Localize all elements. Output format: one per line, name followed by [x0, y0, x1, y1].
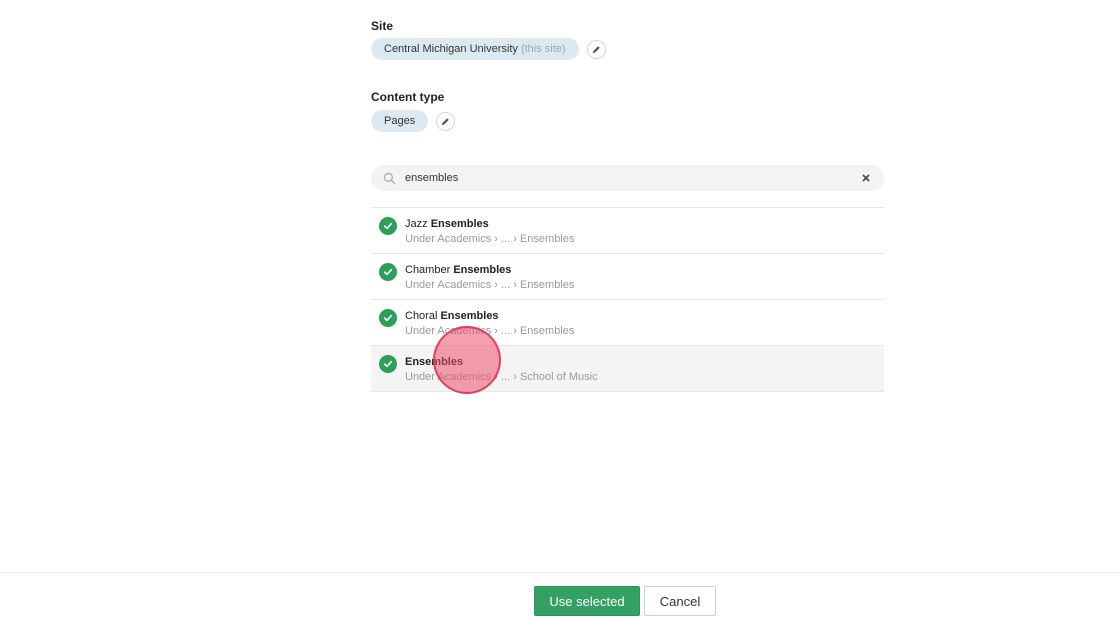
search-box: [371, 165, 884, 191]
path-separator: › ... ›: [491, 279, 520, 291]
search-input[interactable]: [405, 168, 860, 188]
list-item[interactable]: Chamber Ensembles Under Academics › ... …: [371, 254, 884, 300]
content-type-row: Pages: [371, 110, 456, 132]
result-path: Under Academics › ... › Ensembles: [405, 279, 574, 291]
path-separator: › ... ›: [491, 233, 520, 245]
list-item[interactable]: Choral Ensembles Under Academics › ... ›…: [371, 300, 884, 346]
checkmark-icon: [379, 355, 397, 373]
content-type-chip-name: Pages: [384, 115, 416, 127]
dialog-footer: Use selected Cancel: [0, 572, 1120, 627]
use-selected-button[interactable]: Use selected: [534, 586, 640, 616]
path-separator: › ... ›: [491, 371, 520, 383]
list-item[interactable]: Ensembles Under Academics › ... › School…: [371, 346, 884, 392]
path-start: Under Academics: [405, 233, 492, 245]
path-end: School of Music: [519, 371, 598, 383]
result-title: Jazz Ensembles: [405, 218, 489, 230]
result-title-match: Ensembles: [440, 310, 499, 322]
result-title-prefix: Jazz: [405, 218, 428, 230]
site-chip[interactable]: Central Michigan University (this site): [371, 38, 579, 60]
edit-site-button[interactable]: [586, 39, 606, 59]
link-picker-dialog: Site Central Michigan University (this s…: [0, 0, 1120, 627]
path-separator: › ... ›: [491, 325, 520, 337]
cancel-button[interactable]: Cancel: [644, 586, 716, 616]
content-type-chip[interactable]: Pages: [371, 110, 429, 132]
result-path: Under Academics › ... › School of Music: [405, 371, 598, 383]
content-type-label: Content type: [371, 90, 445, 104]
search-icon: [383, 171, 397, 185]
result-title: Ensembles: [405, 356, 463, 368]
site-row: Central Michigan University (this site): [371, 38, 606, 60]
site-label: Site: [371, 19, 394, 33]
result-title-match: Ensembles: [453, 264, 512, 276]
result-path: Under Academics › ... › Ensembles: [405, 325, 574, 337]
path-end: Ensembles: [519, 233, 575, 245]
path-end: Ensembles: [519, 325, 575, 337]
site-chip-note: (this site): [520, 43, 566, 55]
list-item[interactable]: Jazz Ensembles Under Academics › ... › E…: [371, 208, 884, 254]
results-list: Jazz Ensembles Under Academics › ... › E…: [371, 207, 884, 392]
result-title-prefix: Chamber: [405, 264, 451, 276]
path-start: Under Academics: [405, 325, 492, 337]
pencil-icon: [592, 45, 600, 53]
path-start: Under Academics: [405, 279, 492, 291]
close-icon[interactable]: [860, 172, 872, 184]
result-title-match: Ensembles: [405, 356, 464, 368]
result-title: Choral Ensembles: [405, 310, 499, 322]
path-start: Under Academics: [405, 371, 492, 383]
edit-content-type-button[interactable]: [436, 111, 456, 131]
checkmark-icon: [379, 217, 397, 235]
result-title: Chamber Ensembles: [405, 264, 511, 276]
result-path: Under Academics › ... › Ensembles: [405, 233, 574, 245]
path-end: Ensembles: [519, 279, 575, 291]
checkmark-icon: [379, 309, 397, 327]
result-title-prefix: Choral: [405, 310, 438, 322]
site-chip-name: Central Michigan University: [384, 43, 518, 55]
pencil-icon: [442, 117, 449, 125]
result-title-match: Ensembles: [430, 218, 489, 230]
checkmark-icon: [379, 263, 397, 281]
